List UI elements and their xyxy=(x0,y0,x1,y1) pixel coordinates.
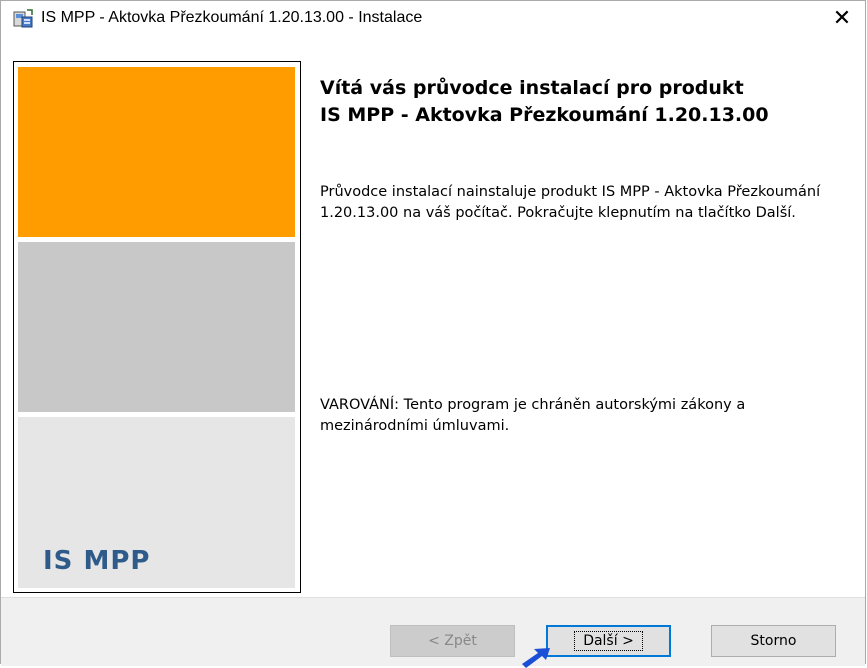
back-button[interactable]: < Zpět xyxy=(390,625,515,657)
button-bar: < Zpět Další > Storno xyxy=(1,597,865,666)
side-banner: IS MPP xyxy=(13,61,301,593)
intro-text: Průvodce instalací nainstaluje produkt I… xyxy=(320,184,821,221)
copyright-warning: VAROVÁNÍ: Tento program je chráněn autor… xyxy=(320,397,746,434)
welcome-heading: Vítá vás průvodce instalací pro produkt … xyxy=(320,75,840,129)
next-button-label: Další > xyxy=(574,631,643,651)
title-bar: IS MPP - Aktovka Přezkoumání 1.20.13.00 … xyxy=(1,1,865,35)
pointer-arrow-icon xyxy=(522,648,550,668)
heading-line-2: IS MPP - Aktovka Přezkoumání 1.20.13.00 xyxy=(320,104,769,126)
banner-panel-orange xyxy=(18,67,295,237)
window-title: IS MPP - Aktovka Přezkoumání 1.20.13.00 … xyxy=(41,9,423,26)
cancel-button-label: Storno xyxy=(750,633,797,649)
next-button[interactable]: Další > xyxy=(546,625,671,657)
brand-logo: IS MPP xyxy=(43,546,151,576)
cancel-button[interactable]: Storno xyxy=(711,625,836,657)
installer-icon xyxy=(13,9,33,29)
banner-panel-gray xyxy=(18,242,295,412)
close-icon: ✕ xyxy=(832,5,852,30)
installer-window: IS MPP - Aktovka Přezkoumání 1.20.13.00 … xyxy=(0,0,866,666)
back-button-label: < Zpět xyxy=(428,633,477,649)
heading-line-1: Vítá vás průvodce instalací pro produkt xyxy=(320,77,744,99)
close-button[interactable]: ✕ xyxy=(819,1,865,35)
